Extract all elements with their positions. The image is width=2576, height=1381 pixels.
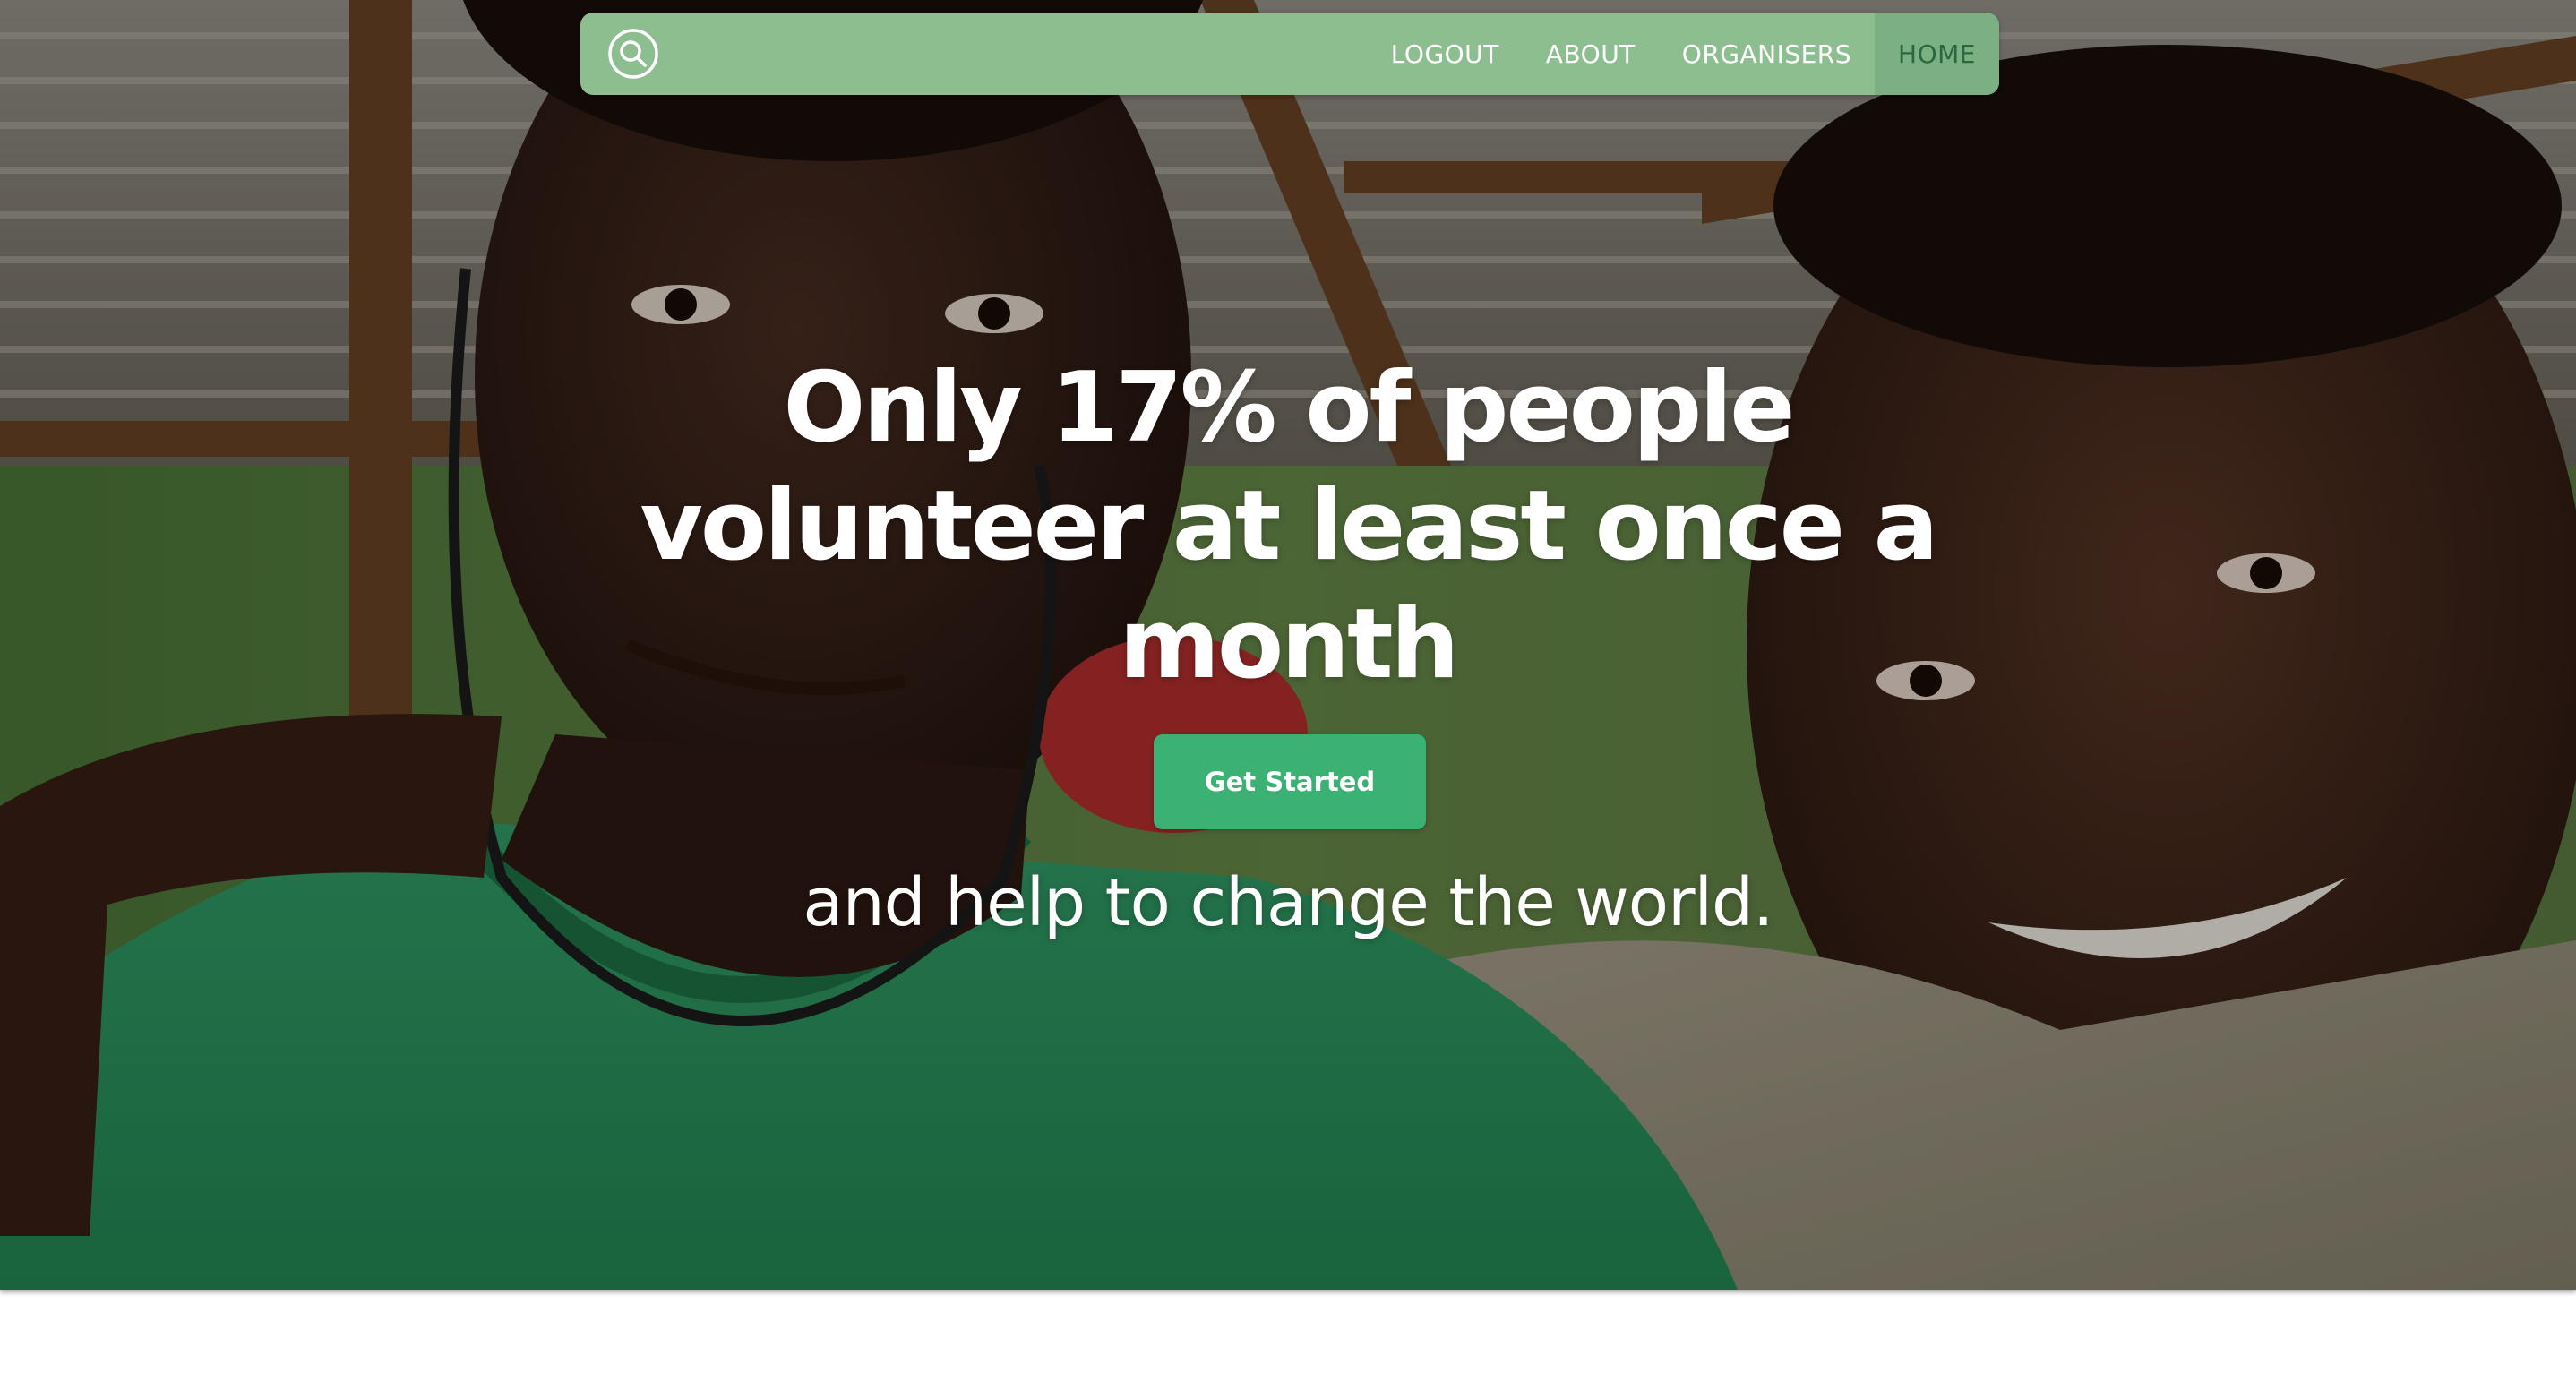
nav-links: LOGOUT ABOUT ORGANISERS HOME [1368, 13, 1999, 95]
page: LOGOUT ABOUT ORGANISERS HOME Only 17% of… [0, 0, 2576, 1381]
nav-link-home[interactable]: HOME [1875, 13, 1999, 95]
nav-link-organisers[interactable]: ORGANISERS [1659, 13, 1875, 95]
search-icon[interactable] [607, 28, 659, 80]
hero-section: LOGOUT ABOUT ORGANISERS HOME Only 17% of… [0, 0, 2576, 1290]
get-started-button[interactable]: Get Started [1154, 734, 1426, 829]
top-navbar: LOGOUT ABOUT ORGANISERS HOME [580, 13, 1999, 95]
nav-link-about[interactable]: ABOUT [1523, 13, 1659, 95]
hero-headline: Only 17% of people volunteer at least on… [640, 352, 1939, 700]
nav-link-logout[interactable]: LOGOUT [1368, 13, 1523, 95]
hero-tagline: and help to change the world. [803, 864, 1773, 941]
